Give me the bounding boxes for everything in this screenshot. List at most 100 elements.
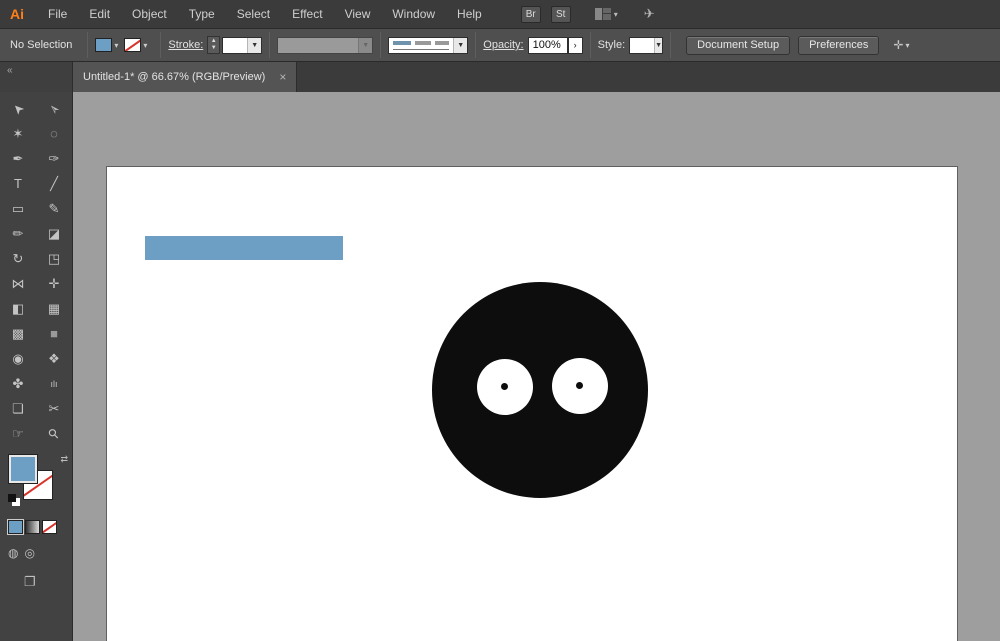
blend-tool[interactable]: ❖ — [36, 346, 72, 371]
free-transform-tool[interactable]: ✛ — [36, 271, 72, 296]
paintbrush-tool[interactable]: ✎ — [36, 196, 72, 221]
none-icon — [43, 521, 56, 533]
menu-item-type[interactable]: Type — [178, 0, 226, 28]
free-transform-tool-icon: ✛ — [49, 276, 60, 292]
draw-normal-icon[interactable]: ◍ — [8, 546, 18, 560]
menu-item-window[interactable]: Window — [381, 0, 446, 28]
scale-tool-icon: ◳ — [48, 251, 60, 267]
align-options-icon[interactable]: ✛ — [893, 38, 903, 52]
document-tab[interactable]: Untitled-1* @ 66.67% (RGB/Preview) × — [73, 62, 297, 92]
mesh-tool[interactable]: ▩ — [0, 321, 36, 346]
chevron-down-icon[interactable]: ▾ — [143, 41, 147, 50]
draw-behind-icon[interactable]: ◎ — [24, 546, 34, 560]
preferences-button[interactable]: Preferences — [798, 36, 879, 55]
right-eye-shape[interactable] — [552, 358, 608, 414]
type-tool[interactable]: T — [0, 171, 36, 196]
fill-color-swatch[interactable] — [95, 38, 112, 52]
main-area: ➤ ➢✶◌✒ ✑ T ╱ ▭✎✏◪↻ ◳ ⋈ ✛ ◧ ▦ ▩■◉ ❖ ✤ ılı ❏✂☞⚲ ⇄ ◍ ◎ ❐ — [0, 92, 1000, 641]
shape-builder-tool[interactable]: ◧ — [0, 296, 36, 321]
chevron-down-icon[interactable]: ▾ — [114, 41, 118, 50]
selection-tool-icon: ➤ — [8, 99, 27, 118]
canvas[interactable] — [73, 92, 1000, 641]
menu-item-file[interactable]: File — [37, 0, 78, 28]
chevron-down-icon[interactable]: ▼ — [247, 38, 261, 53]
width-profile-select[interactable]: ▼ — [388, 37, 468, 54]
blue-rectangle-shape[interactable] — [145, 236, 343, 260]
symbol-sprayer-tool[interactable]: ✤ — [0, 371, 36, 396]
graphic-style-select[interactable]: ▼ — [629, 37, 663, 54]
color-button[interactable] — [8, 520, 23, 534]
zoom-tool[interactable]: ⚲ — [36, 421, 72, 446]
slice-tool[interactable]: ✂ — [36, 396, 72, 421]
step-down-icon[interactable]: ▼ — [211, 45, 217, 52]
magic-wand-tool[interactable]: ✶ — [0, 121, 36, 146]
curvature-tool[interactable]: ✑ — [36, 146, 72, 171]
stroke-width-stepper[interactable]: ▲▼ — [207, 36, 220, 54]
opacity-input[interactable]: 100% — [528, 37, 568, 54]
width-tool[interactable]: ⋈ — [0, 271, 36, 296]
menu-item-view[interactable]: View — [334, 0, 382, 28]
rectangle-tool[interactable]: ▭ — [0, 196, 36, 221]
selection-tool[interactable]: ➤ — [0, 96, 36, 121]
chevron-down-icon: ▾ — [614, 10, 618, 19]
separator — [670, 32, 671, 58]
menu-items: FileEditObjectTypeSelectEffectViewWindow… — [37, 0, 493, 28]
line-segment-tool[interactable]: ╱ — [36, 171, 72, 196]
pencil-tool[interactable]: ✏ — [0, 221, 36, 246]
stroke-panel-link[interactable]: Stroke: — [168, 39, 203, 51]
scale-tool[interactable]: ◳ — [36, 246, 72, 271]
left-pupil-shape — [501, 383, 508, 390]
document-setup-button[interactable]: Document Setup — [686, 36, 790, 55]
stroke-color-swatch[interactable] — [124, 38, 141, 52]
opacity-arrow-button[interactable]: › — [568, 37, 583, 54]
pen-tool[interactable]: ✒ — [0, 146, 36, 171]
column-graph-tool-icon: ılı — [50, 379, 57, 389]
default-swatches-icon[interactable] — [8, 494, 21, 506]
artboard-tool[interactable]: ❏ — [0, 396, 36, 421]
blend-tool-icon: ❖ — [48, 351, 60, 367]
gradient-tool[interactable]: ■ — [36, 321, 72, 346]
chevron-down-icon[interactable]: ▼ — [654, 38, 662, 53]
chevron-down-icon[interactable]: ▼ — [453, 38, 467, 53]
line-segment-tool-icon: ╱ — [50, 176, 58, 192]
stroke-width-select[interactable]: ▼ — [222, 37, 262, 54]
perspective-grid-tool[interactable]: ▦ — [36, 296, 72, 321]
column-graph-tool[interactable]: ılı — [36, 371, 72, 396]
collapse-toolbar-icon[interactable]: « — [7, 65, 13, 76]
artboard[interactable] — [107, 167, 957, 641]
brush-definition-select[interactable]: ▼ — [277, 37, 373, 54]
lasso-tool[interactable]: ◌ — [36, 121, 72, 146]
separator — [87, 32, 88, 58]
direct-selection-tool[interactable]: ➢ — [36, 96, 72, 121]
menu-item-effect[interactable]: Effect — [281, 0, 333, 28]
menu-item-edit[interactable]: Edit — [78, 0, 121, 28]
swap-fill-stroke-icon[interactable]: ⇄ — [60, 454, 68, 465]
black-circle-shape[interactable] — [432, 282, 648, 498]
menu-item-select[interactable]: Select — [226, 0, 281, 28]
color-swatch-area: ⇄ — [8, 454, 68, 510]
opacity-panel-link[interactable]: Opacity: — [483, 39, 523, 51]
perspective-grid-tool-icon: ▦ — [48, 301, 60, 317]
gradient-button[interactable] — [25, 520, 40, 534]
stock-button[interactable]: St — [551, 6, 571, 23]
left-eye-shape[interactable] — [477, 359, 533, 415]
screen-mode-icon[interactable]: ❐ — [24, 574, 36, 589]
share-icon[interactable]: ✈ — [644, 6, 655, 22]
bridge-button[interactable]: Br — [521, 6, 541, 23]
none-button[interactable] — [42, 520, 57, 534]
workspace-switcher[interactable]: ▾ — [595, 8, 618, 20]
rotate-tool[interactable]: ↻ — [0, 246, 36, 271]
fill-swatch[interactable] — [8, 454, 38, 484]
chevron-down-icon[interactable]: ▾ — [905, 41, 909, 50]
draw-mode-row: ◍ ◎ — [8, 546, 72, 560]
eyedropper-tool[interactable]: ◉ — [0, 346, 36, 371]
chevron-down-icon[interactable]: ▼ — [358, 38, 372, 53]
hand-tool[interactable]: ☞ — [0, 421, 36, 446]
workspace-icon — [595, 8, 611, 20]
step-up-icon[interactable]: ▲ — [211, 38, 217, 45]
eraser-tool[interactable]: ◪ — [36, 221, 72, 246]
curvature-tool-icon: ✑ — [49, 151, 60, 167]
close-tab-icon[interactable]: × — [279, 70, 286, 84]
menu-item-object[interactable]: Object — [121, 0, 178, 28]
menu-item-help[interactable]: Help — [446, 0, 493, 28]
